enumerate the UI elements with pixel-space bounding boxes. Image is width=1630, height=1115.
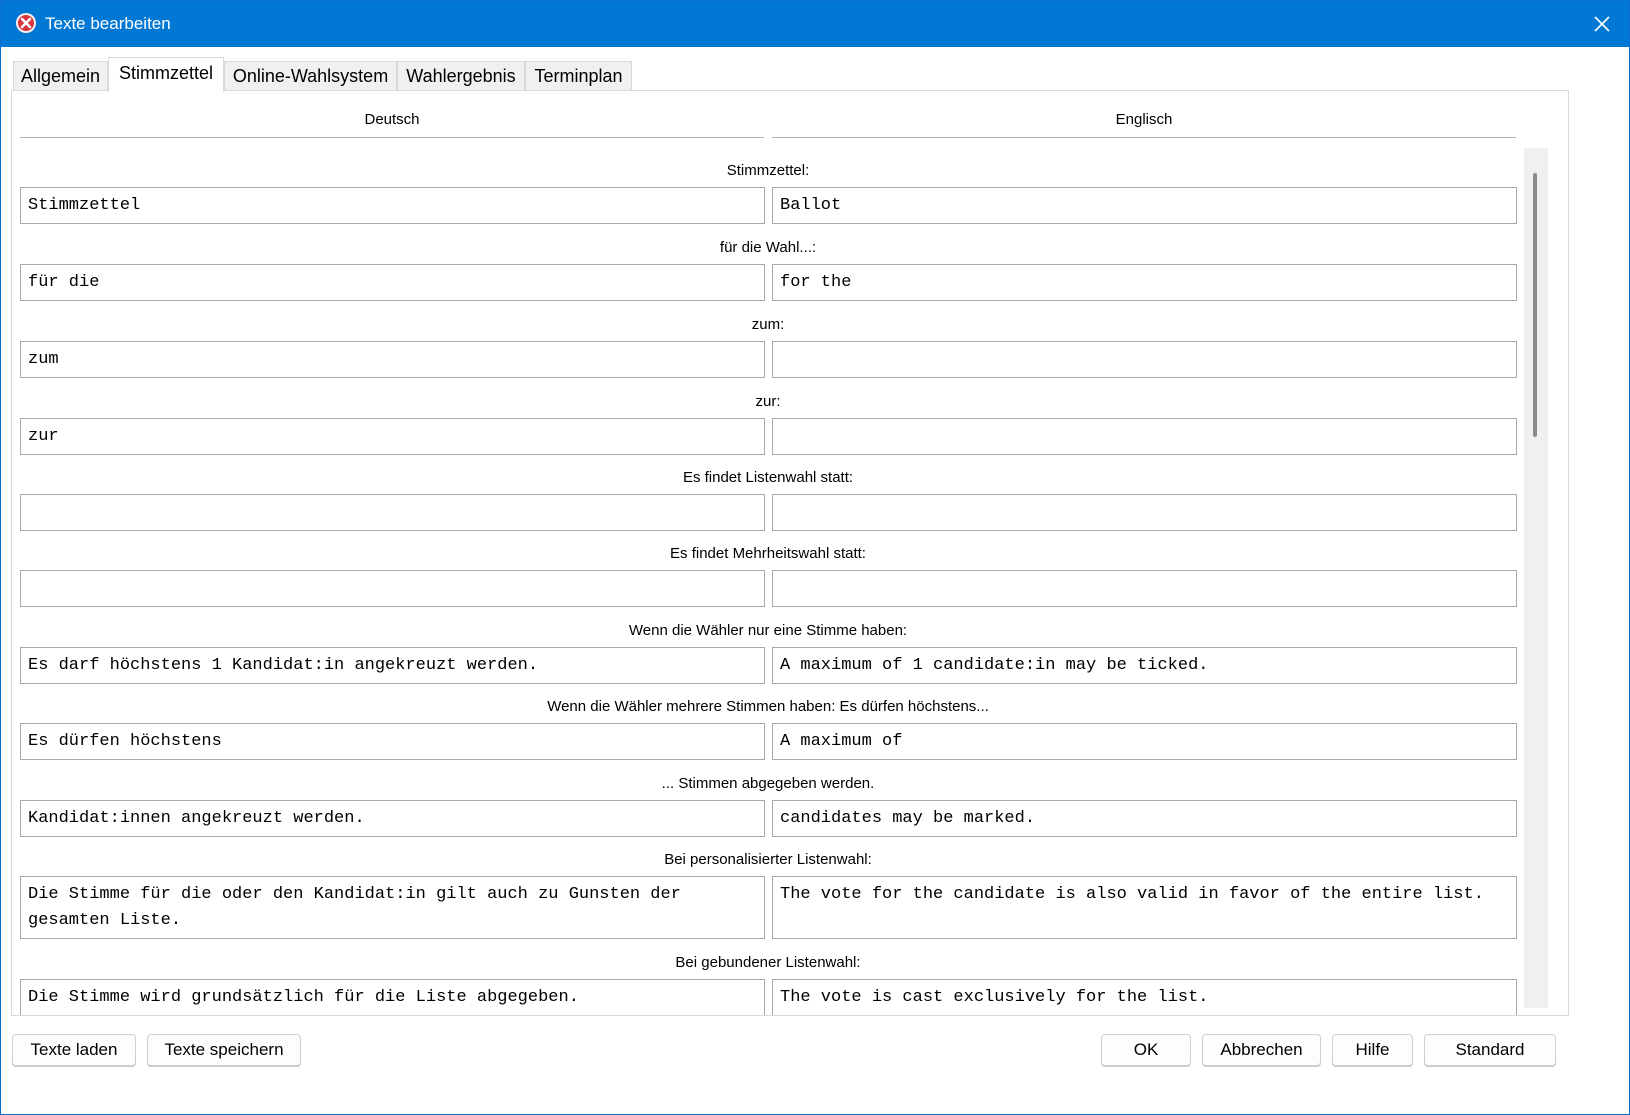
- close-button[interactable]: [1575, 1, 1629, 47]
- cancel-button[interactable]: Abbrechen: [1202, 1034, 1321, 1066]
- text-field-en[interactable]: for the: [772, 264, 1517, 301]
- field-label: zum:: [751, 316, 785, 333]
- field-label: ... Stimmen abgegeben werden.: [661, 775, 875, 792]
- default-button[interactable]: Standard: [1424, 1034, 1556, 1066]
- field-label: Wenn die Wähler nur eine Stimme haben:: [628, 622, 908, 639]
- help-button[interactable]: Hilfe: [1332, 1034, 1413, 1066]
- field-label: für die Wahl...:: [719, 239, 817, 256]
- text-field-en[interactable]: [772, 494, 1517, 531]
- text-field-de[interactable]: [20, 570, 765, 607]
- text-field-en[interactable]: [772, 570, 1517, 607]
- text-field-de[interactable]: Die Stimme für die oder den Kandidat:in …: [20, 876, 765, 939]
- text-field-de[interactable]: Es dürfen höchstens: [20, 723, 765, 760]
- ok-button[interactable]: OK: [1101, 1034, 1191, 1066]
- tab-online-wahlsystem[interactable]: Online-Wahlsystem: [224, 61, 397, 91]
- dialog-window: Texte bearbeiten Allgemein Stimmzettel O…: [0, 0, 1630, 1115]
- text-field-en[interactable]: [772, 341, 1517, 378]
- window-title: Texte bearbeiten: [45, 14, 171, 33]
- tab-wahlergebnis[interactable]: Wahlergebnis: [397, 61, 525, 91]
- text-field-de[interactable]: Kandidat:innen angekreuzt werden.: [20, 800, 765, 837]
- text-field-en[interactable]: [772, 418, 1517, 455]
- text-field-en[interactable]: A maximum of 1 candidate:in may be ticke…: [772, 647, 1517, 684]
- field-label: Bei gebundener Listenwahl:: [675, 954, 861, 971]
- tab-terminplan[interactable]: Terminplan: [525, 61, 632, 91]
- text-field-en[interactable]: candidates may be marked.: [772, 800, 1517, 837]
- load-texts-button[interactable]: Texte laden: [12, 1034, 136, 1066]
- button-bar: Texte laden Texte speichern OK Abbrechen…: [1, 1031, 1629, 1071]
- column-header-deutsch: Deutsch: [20, 111, 764, 138]
- stimmzettel-tab-panel: Deutsch Englisch Stimmzettel: Stimmzette…: [11, 90, 1569, 1016]
- save-texts-button[interactable]: Texte speichern: [147, 1034, 301, 1066]
- text-field-en[interactable]: The vote is cast exclusively for the lis…: [772, 979, 1517, 1015]
- ballot-cross-icon: [16, 13, 36, 33]
- text-field-en[interactable]: Ballot: [772, 187, 1517, 224]
- text-field-de[interactable]: für die: [20, 264, 765, 301]
- field-label: Es findet Mehrheitswahl statt:: [670, 545, 866, 562]
- column-header-englisch: Englisch: [772, 111, 1516, 138]
- text-field-en[interactable]: A maximum of: [772, 723, 1517, 760]
- scrollbar-thumb[interactable]: [1533, 173, 1537, 437]
- tab-stimmzettel[interactable]: Stimmzettel: [108, 57, 224, 92]
- text-field-de[interactable]: Die Stimme wird grundsätzlich für die Li…: [20, 979, 765, 1015]
- text-field-de[interactable]: Stimmzettel: [20, 187, 765, 224]
- tab-allgemein[interactable]: Allgemein: [13, 61, 108, 91]
- text-field-de[interactable]: zur: [20, 418, 765, 455]
- title-bar[interactable]: Texte bearbeiten: [1, 1, 1629, 47]
- field-label: Wenn die Wähler mehrere Stimmen haben: E…: [547, 698, 989, 715]
- close-icon: [1594, 16, 1610, 32]
- field-label: Stimmzettel:: [726, 162, 810, 179]
- text-field-de[interactable]: zum: [20, 341, 765, 378]
- text-field-en[interactable]: The vote for the candidate is also valid…: [772, 876, 1517, 939]
- field-label: zur:: [755, 393, 781, 410]
- text-field-de[interactable]: Es darf höchstens 1 Kandidat:in angekreu…: [20, 647, 765, 684]
- text-field-de[interactable]: [20, 494, 765, 531]
- field-label: Es findet Listenwahl statt:: [682, 469, 854, 486]
- field-label: Bei personalisierter Listenwahl:: [664, 851, 872, 868]
